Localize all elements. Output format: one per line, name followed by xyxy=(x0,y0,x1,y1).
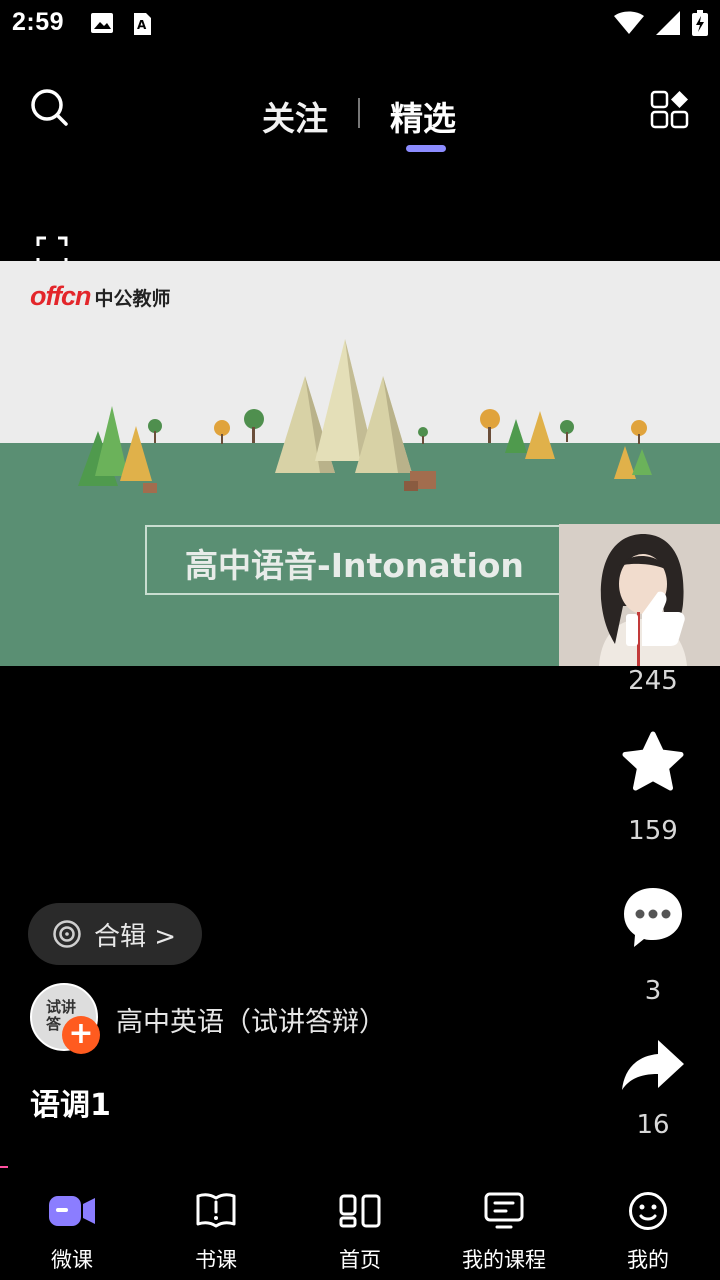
status-bar: 2:59 A xyxy=(0,0,720,48)
offcn-logo: offcn 中公教师 xyxy=(30,281,171,312)
image-notification-icon xyxy=(91,13,113,33)
search-icon xyxy=(31,89,68,126)
logo-mark: offcn xyxy=(30,281,91,311)
playback-progress[interactable] xyxy=(0,1166,8,1168)
top-nav: 关注 精选 xyxy=(0,70,720,160)
bottom-nav: 微课 书课 首页 我的课程 我的 xyxy=(0,1180,720,1280)
nav-label: 首页 xyxy=(339,1248,381,1272)
nav-label: 我的 xyxy=(627,1248,669,1272)
share-arrow-icon xyxy=(622,1040,684,1090)
category-grid-button[interactable] xyxy=(650,90,690,130)
tab-featured[interactable]: 精选 xyxy=(390,92,456,140)
nav-item-micro-course[interactable]: 微课 xyxy=(0,1180,144,1274)
nav-label: 我的课程 xyxy=(462,1248,546,1272)
comment-action[interactable]: 3 xyxy=(600,884,706,1006)
comment-bubble-icon xyxy=(624,888,682,947)
favorite-count: 159 xyxy=(628,816,678,846)
wifi-icon xyxy=(614,11,644,34)
video-title-box: 高中语音-Intonation xyxy=(145,525,575,595)
author-name[interactable]: 高中英语（试讲答辩） xyxy=(116,1000,386,1039)
status-time: 2:59 xyxy=(12,8,65,36)
nav-item-book-course[interactable]: 书课 xyxy=(144,1180,288,1274)
monitor-course-icon xyxy=(484,1192,524,1229)
like-count: 245 xyxy=(628,666,678,696)
book-icon xyxy=(196,1193,236,1228)
follow-button[interactable]: + xyxy=(62,1016,100,1054)
video-title: 高中语音-Intonation xyxy=(185,546,524,585)
home-grid-icon xyxy=(339,1194,381,1228)
comment-count: 3 xyxy=(644,976,662,1006)
collection-button[interactable]: 合辑 > xyxy=(28,903,202,965)
star-icon xyxy=(622,731,684,791)
video-caption: 语调1 xyxy=(30,1088,111,1123)
nav-label: 微课 xyxy=(51,1248,93,1272)
like-action[interactable]: 245 xyxy=(600,588,706,696)
nav-item-profile[interactable]: 我的 xyxy=(576,1180,720,1274)
signal-icon xyxy=(656,11,680,35)
svg-text:A: A xyxy=(137,18,147,32)
smiley-icon xyxy=(629,1192,667,1230)
share-action[interactable]: 16 xyxy=(600,1038,706,1140)
tab-active-indicator xyxy=(406,145,446,152)
search-button[interactable] xyxy=(28,86,72,130)
nav-item-my-courses[interactable]: 我的课程 xyxy=(432,1180,576,1274)
favorite-action[interactable]: 159 xyxy=(600,730,706,846)
nav-label: 书课 xyxy=(195,1248,237,1272)
battery-charging-icon xyxy=(692,10,708,36)
thumbs-up-icon xyxy=(626,591,685,646)
logo-text: 中公教师 xyxy=(94,288,171,310)
font-notification-icon: A xyxy=(134,13,151,35)
nav-item-home[interactable]: 首页 xyxy=(288,1180,432,1274)
tab-divider xyxy=(358,98,360,128)
collection-label: 合辑 > xyxy=(94,921,177,952)
share-count: 16 xyxy=(636,1110,670,1140)
collection-disc-icon xyxy=(53,920,81,948)
grid-apps-icon xyxy=(650,90,689,129)
tab-follow[interactable]: 关注 xyxy=(262,92,328,140)
video-camera-icon xyxy=(49,1196,95,1226)
